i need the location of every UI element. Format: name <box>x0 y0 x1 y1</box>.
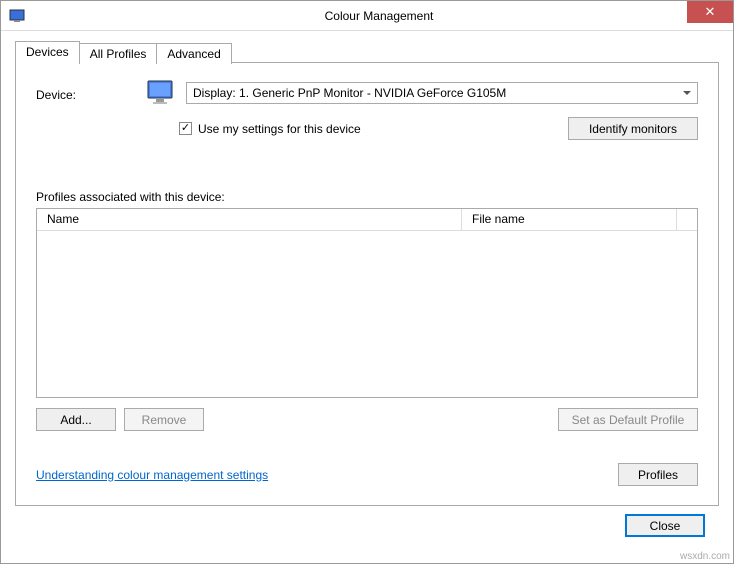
device-row: Device: Display: 1. Generic PnP Monitor … <box>36 79 698 107</box>
profiles-button[interactable]: Profiles <box>618 463 698 486</box>
column-name[interactable]: Name <box>37 209 462 230</box>
tab-all-profiles[interactable]: All Profiles <box>79 43 158 64</box>
watermark: wsxdn.com <box>680 551 730 562</box>
window-title: Colour Management <box>25 9 733 23</box>
device-selected-value: Display: 1. Generic PnP Monitor - NVIDIA… <box>193 86 506 100</box>
monitor-icon <box>146 79 176 107</box>
close-window-button[interactable]: ✕ <box>687 1 733 23</box>
identify-monitors-button[interactable]: Identify monitors <box>568 117 698 140</box>
close-icon: ✕ <box>705 4 716 20</box>
content-area: Devices All Profiles Advanced Device: Di… <box>1 31 733 537</box>
use-settings-label: Use my settings for this device <box>198 122 361 136</box>
remove-button: Remove <box>124 408 204 431</box>
tab-strip: Devices All Profiles Advanced <box>15 41 719 63</box>
title-bar: Colour Management ✕ <box>1 1 733 31</box>
add-button[interactable]: Add... <box>36 408 116 431</box>
settings-row: ✓ Use my settings for this device Identi… <box>36 117 698 140</box>
profiles-listview[interactable]: Name File name <box>36 208 698 398</box>
set-default-profile-button: Set as Default Profile <box>558 408 698 431</box>
device-label: Device: <box>36 84 136 102</box>
dialog-footer: Close <box>15 506 719 537</box>
profile-buttons-row: Add... Remove Set as Default Profile <box>36 408 698 431</box>
column-file-name[interactable]: File name <box>462 209 677 230</box>
use-settings-checkbox[interactable]: ✓ <box>179 122 192 135</box>
app-icon <box>9 8 25 24</box>
profiles-associated-label: Profiles associated with this device: <box>36 190 698 204</box>
tab-panel-devices: Device: Display: 1. Generic PnP Monitor … <box>15 62 719 506</box>
understanding-link[interactable]: Understanding colour management settings <box>36 468 268 482</box>
column-end <box>677 209 697 230</box>
link-row: Understanding colour management settings… <box>36 463 698 486</box>
tab-devices[interactable]: Devices <box>15 41 80 63</box>
tab-advanced[interactable]: Advanced <box>156 43 231 64</box>
close-button[interactable]: Close <box>625 514 705 537</box>
listview-header: Name File name <box>37 209 697 231</box>
device-dropdown[interactable]: Display: 1. Generic PnP Monitor - NVIDIA… <box>186 82 698 104</box>
